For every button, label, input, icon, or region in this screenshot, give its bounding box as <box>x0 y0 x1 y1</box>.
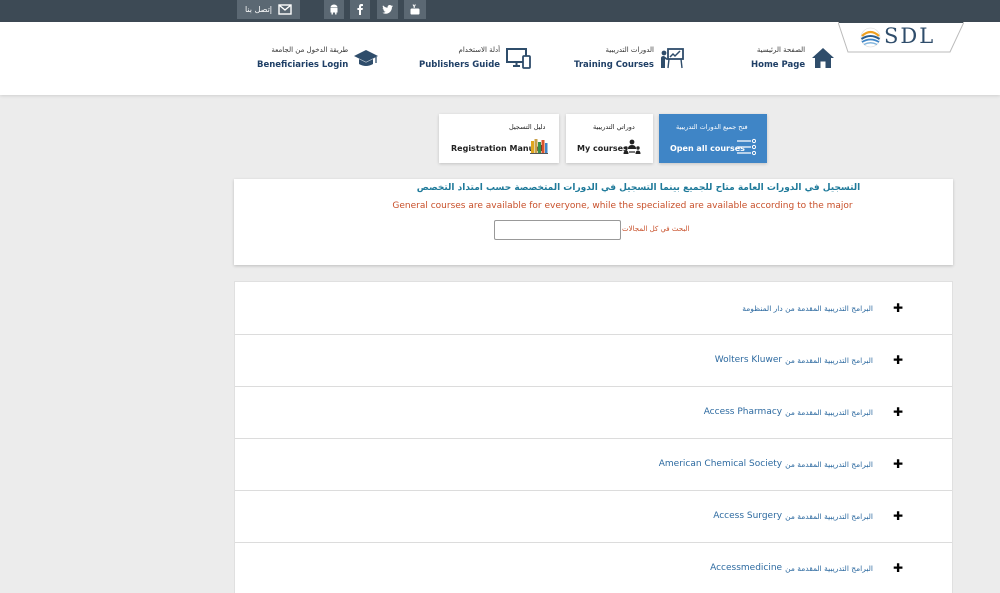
provider-prefix: البرامج التدريبية المقدمة من <box>785 511 873 521</box>
accordion-row[interactable]: البرامج التدريبية المقدمة من دار المنظوم… <box>235 282 952 335</box>
nav-home-en: Home Page <box>751 59 806 70</box>
nav-beneficiaries-login[interactable]: طريقة الدخول من الجامعة Beneficiaries Lo… <box>257 44 380 72</box>
provider-prefix: البرامج التدريبية المقدمة من <box>785 407 873 417</box>
registration-notice-panel: التسجيل في الدورات العامة متاح للجميع بي… <box>234 179 953 265</box>
group-people-icon <box>623 139 641 154</box>
home-icon <box>809 44 837 72</box>
provider-name: Accessmedicine <box>710 563 783 573</box>
contact-us-button[interactable]: إتصل بنا <box>237 0 300 19</box>
accordion-label: Wolters Kluwer البرامج التدريبية المقدمة… <box>715 334 873 386</box>
registration-manual-card[interactable]: دليل التسجيل Registration Manual <box>439 114 559 163</box>
provider-prefix: البرامج التدريبية المقدمة من <box>785 459 873 469</box>
my-courses-en: My courses <box>577 144 628 153</box>
expand-plus-icon[interactable]: ✚ <box>893 386 903 438</box>
nav-home-page[interactable]: الصفحة الرئيسية Home Page <box>751 44 837 72</box>
open-all-courses-en: Open all courses <box>670 144 745 153</box>
youtube-link[interactable] <box>404 0 426 19</box>
providers-accordion: البرامج التدريبية المقدمة من دار المنظوم… <box>234 281 953 593</box>
my-courses-card[interactable]: دوراتي التدريبية My courses <box>566 114 653 163</box>
nav-publishers-en: Publishers Guide <box>419 59 501 70</box>
android-link[interactable] <box>324 0 344 19</box>
registration-manual-ar: دليل التسجيل <box>509 123 546 131</box>
accordion-row[interactable]: Accessmedicine البرامج التدريبية المقدمة… <box>235 542 952 593</box>
nav-publishers-ar: أدلة الاستخدام <box>458 45 501 54</box>
sdl-logo-icon <box>860 27 881 48</box>
twitter-icon <box>382 5 393 14</box>
provider-name: Wolters Kluwer <box>714 355 783 365</box>
nav-beneficiaries-en: Beneficiaries Login <box>257 59 349 70</box>
expand-plus-icon[interactable]: ✚ <box>893 334 903 386</box>
accordion-label: Access Surgery البرامج التدريبية المقدمة… <box>713 490 873 542</box>
registration-manual-en: Registration Manual <box>451 144 543 153</box>
site-logo-text[interactable]: SDL <box>884 24 935 48</box>
expand-plus-icon[interactable]: ✚ <box>893 282 903 334</box>
nav-training-courses[interactable]: الدورات التدريبية Training Courses <box>574 44 686 72</box>
accordion-row[interactable]: Access Pharmacy البرامج التدريبية المقدم… <box>235 386 952 439</box>
nav-publishers-guide[interactable]: أدلة الاستخدام Publishers Guide <box>419 44 532 72</box>
books-icon <box>530 139 548 154</box>
accordion-label: البرامج التدريبية المقدمة من دار المنظوم… <box>739 282 873 334</box>
expand-plus-icon[interactable]: ✚ <box>893 438 903 490</box>
notice-arabic: التسجيل في الدورات العامة متاح للجميع بي… <box>416 183 861 193</box>
provider-name: Access Pharmacy <box>703 407 783 417</box>
nav-training-en: Training Courses <box>574 59 654 70</box>
accordion-row[interactable]: Access Surgery البرامج التدريبية المقدمة… <box>235 490 952 543</box>
nav-beneficiaries-ar: طريقة الدخول من الجامعة <box>271 45 349 54</box>
contact-label: إتصل بنا <box>244 5 273 14</box>
accordion-label: Accessmedicine البرامج التدريبية المقدمة… <box>710 542 873 593</box>
monitor-devices-icon <box>504 44 532 72</box>
facebook-link[interactable] <box>350 0 370 19</box>
facebook-icon <box>357 4 363 15</box>
provider-name: American Chemical Society <box>658 459 783 469</box>
youtube-icon <box>410 4 420 15</box>
accordion-label: Access Pharmacy البرامج التدريبية المقدم… <box>704 386 873 438</box>
nav-home-ar: الصفحة الرئيسية <box>756 45 806 54</box>
provider-prefix: البرامج التدريبية المقدمة من <box>785 355 873 365</box>
nav-training-ar: الدورات التدريبية <box>605 45 654 54</box>
list-icon <box>737 138 756 156</box>
accordion-row[interactable]: American Chemical Society البرامج التدري… <box>235 438 952 491</box>
mail-icon <box>278 4 292 15</box>
nav-home-text: الصفحة الرئيسية Home Page <box>751 45 805 72</box>
twitter-link[interactable] <box>377 0 398 19</box>
nav-publishers-text: أدلة الاستخدام Publishers Guide <box>419 45 500 72</box>
provider-prefix: البرامج التدريبية المقدمة من دار المنظوم… <box>742 303 873 313</box>
expand-plus-icon[interactable]: ✚ <box>893 490 903 542</box>
search-label: البحث في كل المجالات <box>622 225 690 233</box>
android-icon <box>330 4 338 15</box>
provider-name: Access Surgery <box>713 511 783 521</box>
expand-plus-icon[interactable]: ✚ <box>893 542 903 593</box>
nav-beneficiaries-text: طريقة الدخول من الجامعة Beneficiaries Lo… <box>257 45 348 72</box>
top-bar: إتصل بنا <box>0 0 1000 22</box>
search-all-fields-input[interactable] <box>494 220 621 240</box>
notice-english: General courses are available for everyo… <box>392 201 853 211</box>
graduation-cap-icon <box>352 44 380 72</box>
presentation-icon <box>658 44 686 72</box>
accordion-label: American Chemical Society البرامج التدري… <box>659 438 873 490</box>
open-all-courses-ar: فتح جميع الدورات التدريبية <box>676 123 748 131</box>
accordion-row[interactable]: Wolters Kluwer البرامج التدريبية المقدمة… <box>235 334 952 387</box>
open-all-courses-card[interactable]: فتح جميع الدورات التدريبية Open all cour… <box>659 114 767 163</box>
provider-prefix: البرامج التدريبية المقدمة من <box>785 563 873 573</box>
nav-training-text: الدورات التدريبية Training Courses <box>574 45 654 72</box>
my-courses-ar: دوراتي التدريبية <box>593 123 635 131</box>
